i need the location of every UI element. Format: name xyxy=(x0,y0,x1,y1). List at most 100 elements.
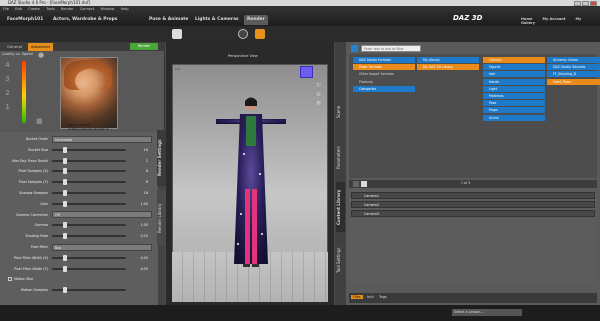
menu-render[interactable]: Render xyxy=(61,7,73,11)
setting-row: Pixel Samples (Y) 8 xyxy=(0,177,158,187)
tab-tags[interactable]: Tags xyxy=(377,295,389,299)
setting-slider-handle[interactable] xyxy=(62,157,67,164)
setting-row: Pixel Filter Width (Y) 4.00 xyxy=(0,264,158,274)
info-tabs: Files Info Tags xyxy=(349,293,597,303)
quality-meter[interactable] xyxy=(22,61,26,123)
lesson-select[interactable]: Select a Lesson... xyxy=(452,309,522,316)
minimize-button[interactable] xyxy=(574,0,581,6)
setting-slider-handle[interactable] xyxy=(62,146,67,153)
tab-info[interactable]: Info xyxy=(365,295,376,299)
setting-label: Motion Blur xyxy=(14,277,34,282)
list-item[interactable]: Light xyxy=(483,85,545,92)
view-cube-icon[interactable] xyxy=(300,66,313,78)
list-item[interactable]: My Library xyxy=(417,57,479,63)
menu-create[interactable]: Create xyxy=(28,7,40,11)
tab-content-library[interactable]: Content Library xyxy=(336,182,345,232)
menu-tools[interactable]: Tools xyxy=(46,7,55,11)
list-item[interactable]: Fixed_Poser xyxy=(547,78,600,85)
setting-dropdown[interactable]: Off xyxy=(52,211,152,219)
my-account-link[interactable]: My Account xyxy=(542,17,565,21)
setting-row: Shadow Samples 16 xyxy=(0,188,158,198)
setting-slider-handle[interactable] xyxy=(62,233,67,240)
browser-column: Alchemy Cream DAZ Studio Tutorials FF_Stoc… xyxy=(545,54,600,178)
setting-row: Pixel Filter Box xyxy=(0,242,158,252)
setting-dropdown[interactable]: Horizontal xyxy=(52,135,152,143)
setting-row: Motion Samples xyxy=(0,285,158,295)
tab-render-library[interactable]: Render Library xyxy=(157,190,166,246)
list-item[interactable]: Products xyxy=(353,79,415,85)
menu-edit[interactable]: Edit xyxy=(15,7,22,11)
menu-help[interactable]: Help xyxy=(121,7,129,11)
viewport-panel: Perspective View 1-3 ↻ ⊕ ✥ xyxy=(166,42,334,305)
list-item[interactable]: DAZ Studio Formats xyxy=(353,57,415,63)
viewport-title[interactable]: Perspective View xyxy=(228,54,258,58)
preview-hair xyxy=(64,60,112,90)
list-item[interactable]: Pose xyxy=(483,100,545,107)
list-item[interactable]: Camera2 xyxy=(351,201,595,208)
tab-pose-animate[interactable]: Pose & Animate xyxy=(146,15,191,25)
setting-slider-handle[interactable] xyxy=(62,179,67,186)
list-item[interactable]: Alchemy Cream xyxy=(547,57,600,63)
search-input[interactable]: Enter text to find to filter xyxy=(361,45,421,52)
setting-slider-handle[interactable] xyxy=(62,265,67,272)
maximize-button[interactable] xyxy=(582,0,589,6)
list-item[interactable]: Materials xyxy=(483,93,545,99)
figure-model[interactable] xyxy=(216,94,286,274)
tab-general[interactable]: General xyxy=(4,43,25,51)
list-item[interactable]: Scene xyxy=(483,114,545,121)
list-item[interactable]: Props xyxy=(483,107,545,114)
close-button[interactable] xyxy=(590,0,597,6)
setting-label: Motion Samples xyxy=(20,288,48,293)
content-browser: DAZ Studio Formats Poser Formats Other Imp… xyxy=(349,54,600,178)
setting-label: Pixel Samples (X) xyxy=(18,169,48,174)
menu-window[interactable]: Window xyxy=(101,7,115,11)
list-item[interactable]: Categories xyxy=(353,85,415,92)
tab-render-settings[interactable]: Render Settings xyxy=(157,130,166,186)
zoom-icon[interactable]: ⊕ xyxy=(316,91,323,98)
camera-icon[interactable] xyxy=(172,29,182,39)
setting-label: Max Ray Trace Depth xyxy=(12,158,48,163)
setting-slider-handle[interactable] xyxy=(62,222,67,229)
scale-label-2: 2 xyxy=(5,89,10,97)
tab-parameters[interactable]: Parameters xyxy=(336,138,345,178)
tab-advanced[interactable]: Advanced xyxy=(28,43,53,51)
list-item[interactable]: Hair xyxy=(483,71,545,78)
render-button[interactable]: Render xyxy=(130,43,158,50)
search-icon[interactable] xyxy=(351,45,358,52)
setting-row: Pixel Filter Width (X) 4.00 xyxy=(0,253,158,263)
tab-scene[interactable]: Scene xyxy=(336,92,345,132)
setting-value: 8 xyxy=(145,180,148,185)
list-item[interactable]: Poser Formats xyxy=(353,64,415,71)
pan-icon[interactable]: ✥ xyxy=(316,100,323,107)
setting-slider-handle[interactable] xyxy=(62,168,67,175)
menu-connect[interactable]: Connect xyxy=(80,7,94,11)
tab-lights-cameras[interactable]: Lights & Cameras xyxy=(192,15,242,25)
list-item[interactable]: My DAZ 3D Library xyxy=(417,64,479,71)
list-item[interactable]: FF_Stocking_B xyxy=(547,71,600,78)
tab-tool-settings[interactable]: Tool Settings xyxy=(336,238,345,282)
setting-label: Pixel Filter Width (Y) xyxy=(13,266,48,271)
tab-actors-wardrobe-props[interactable]: Actors, Wardrobe & Props xyxy=(50,15,120,25)
list-item[interactable]: Camera3 xyxy=(351,210,595,217)
tab-files[interactable]: Files xyxy=(351,295,363,299)
setting-slider-handle[interactable] xyxy=(62,200,67,207)
list-item[interactable]: Other Import Formats xyxy=(353,71,415,77)
page-number-field[interactable] xyxy=(361,181,367,187)
setting-slider-handle[interactable] xyxy=(62,254,67,261)
menu-file[interactable]: File xyxy=(3,7,9,11)
setting-slider-handle[interactable] xyxy=(62,190,67,196)
render-frame-icon[interactable] xyxy=(255,29,265,39)
tab-facemorph[interactable]: FaceMorph101 xyxy=(4,15,46,25)
setting-slider-handle[interactable] xyxy=(62,287,67,294)
setting-checkbox[interactable] xyxy=(8,277,12,282)
list-item[interactable]: Hands xyxy=(483,78,545,85)
setting-dropdown[interactable]: Box xyxy=(52,243,152,251)
render-target-icon[interactable] xyxy=(238,29,248,39)
rotate-icon[interactable]: ↻ xyxy=(316,82,323,89)
list-item[interactable]: DAZ Studio Tutorials xyxy=(547,64,600,71)
prev-page-button[interactable] xyxy=(353,181,359,187)
list-item[interactable]: Camera1 xyxy=(351,192,595,199)
list-item[interactable]: Figures xyxy=(483,64,545,71)
list-item[interactable]: Camera xyxy=(483,57,545,63)
tab-render[interactable]: Render xyxy=(244,15,268,25)
